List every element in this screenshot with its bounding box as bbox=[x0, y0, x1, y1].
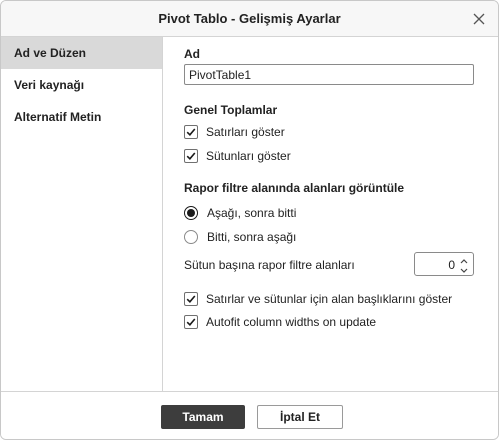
down-then-over-radio[interactable] bbox=[184, 206, 198, 220]
over-then-down-radio[interactable] bbox=[184, 230, 198, 244]
autofit-checkbox[interactable] bbox=[184, 315, 198, 329]
over-then-down-option[interactable]: Bitti, sonra aşağı bbox=[184, 229, 296, 245]
close-button[interactable] bbox=[468, 8, 490, 30]
field-headers-option[interactable]: Satırlar ve sütunlar için alan başlıklar… bbox=[184, 291, 452, 307]
dialog-titlebar: Pivot Tablo - Gelişmiş Ayarlar bbox=[1, 1, 498, 37]
radio-selected-dot bbox=[187, 209, 195, 217]
settings-sidebar: Ad ve Düzen Veri kaynağı Alternatif Meti… bbox=[1, 37, 163, 391]
show-columns-option[interactable]: Sütunları göster bbox=[184, 148, 291, 164]
settings-content: Ad Genel Toplamlar Satırları göster Sütu… bbox=[164, 37, 498, 391]
show-columns-label: Sütunları göster bbox=[206, 149, 291, 163]
advanced-settings-dialog: Pivot Tablo - Gelişmiş Ayarlar Ad ve Düz… bbox=[0, 0, 499, 440]
show-rows-label: Satırları göster bbox=[206, 125, 285, 139]
fields-per-column-stepper[interactable]: 0 bbox=[414, 252, 474, 276]
dialog-footer: Tamam İptal Et bbox=[1, 391, 498, 439]
ok-button[interactable]: Tamam bbox=[161, 405, 245, 429]
down-then-over-label: Aşağı, sonra bitti bbox=[207, 206, 297, 220]
stepper-up-button[interactable] bbox=[459, 255, 469, 264]
field-headers-checkbox[interactable] bbox=[184, 292, 198, 306]
autofit-option[interactable]: Autofit column widths on update bbox=[184, 314, 376, 330]
show-rows-option[interactable]: Satırları göster bbox=[184, 124, 285, 140]
sidebar-item-label: Alternatif Metin bbox=[14, 110, 102, 124]
sidebar-item-data-source[interactable]: Veri kaynağı bbox=[1, 69, 162, 101]
check-icon bbox=[186, 318, 196, 326]
stepper-arrows bbox=[459, 255, 469, 273]
show-rows-checkbox[interactable] bbox=[184, 125, 198, 139]
chevron-down-icon bbox=[460, 268, 468, 273]
report-filter-heading: Rapor filtre alanında alanları görüntüle bbox=[184, 181, 405, 195]
check-icon bbox=[186, 128, 196, 136]
sidebar-item-alt-text[interactable]: Alternatif Metin bbox=[1, 101, 162, 133]
grand-totals-heading: Genel Toplamlar bbox=[184, 103, 278, 117]
dialog-title: Pivot Tablo - Gelişmiş Ayarlar bbox=[158, 11, 341, 26]
fields-per-column-label: Sütun başına rapor filtre alanları bbox=[184, 258, 355, 272]
name-heading: Ad bbox=[184, 47, 200, 61]
sidebar-item-label: Ad ve Düzen bbox=[14, 46, 87, 60]
close-icon bbox=[473, 13, 485, 25]
cancel-button[interactable]: İptal Et bbox=[257, 405, 343, 429]
over-then-down-label: Bitti, sonra aşağı bbox=[207, 230, 297, 244]
field-headers-label: Satırlar ve sütunlar için alan başlıklar… bbox=[206, 292, 453, 306]
check-icon bbox=[186, 295, 196, 303]
sidebar-item-name-layout[interactable]: Ad ve Düzen bbox=[1, 37, 162, 69]
show-columns-checkbox[interactable] bbox=[184, 149, 198, 163]
stepper-down-button[interactable] bbox=[459, 264, 469, 273]
pivot-name-input[interactable] bbox=[184, 64, 474, 85]
down-then-over-option[interactable]: Aşağı, sonra bitti bbox=[184, 205, 296, 221]
check-icon bbox=[186, 152, 196, 160]
fields-per-column-value: 0 bbox=[448, 258, 455, 272]
sidebar-item-label: Veri kaynağı bbox=[14, 78, 85, 92]
autofit-label: Autofit column widths on update bbox=[206, 315, 377, 329]
